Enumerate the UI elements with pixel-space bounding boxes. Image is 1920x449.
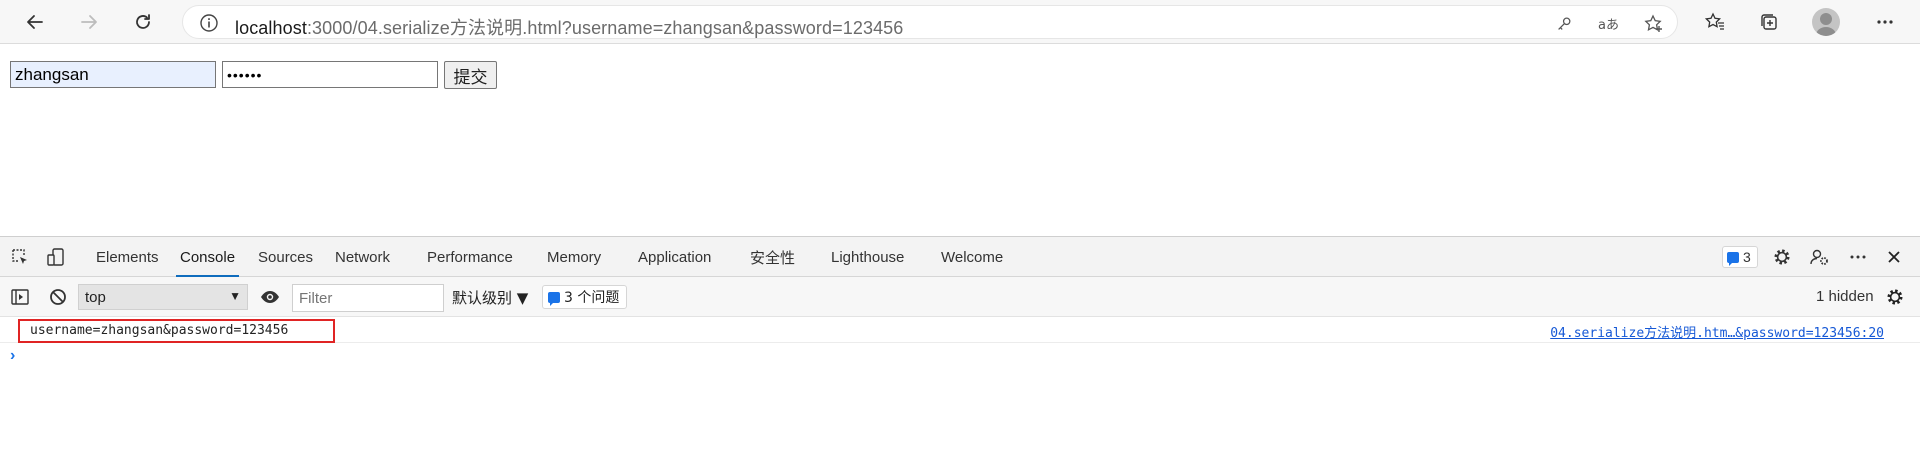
console-filter-input[interactable] — [292, 284, 444, 312]
issues-badge[interactable]: 3 — [1722, 246, 1758, 268]
url-text[interactable]: localhost:3000/04.serialize方法说明.html?use… — [235, 14, 903, 40]
devtools-more-icon[interactable] — [1848, 247, 1868, 267]
inspect-element-icon[interactable] — [10, 247, 30, 267]
console-log-message: username=zhangsan&password=123456 — [18, 319, 335, 343]
log-level-dropdown[interactable]: 默认级别 ▼ — [452, 287, 528, 308]
add-favorite-icon[interactable] — [1643, 13, 1665, 35]
address-bar[interactable]: localhost:3000/04.serialize方法说明.html?use… — [182, 5, 1678, 39]
tab-sources[interactable]: Sources — [258, 237, 313, 277]
live-expression-eye-icon[interactable] — [260, 287, 280, 307]
profile-avatar[interactable] — [1812, 8, 1840, 36]
devtools-panel: Elements Console Sources Network Perform… — [0, 236, 1920, 449]
customize-user-icon[interactable] — [1810, 247, 1830, 267]
hidden-messages-count: 1 hidden — [1816, 288, 1874, 305]
url-host: localhost — [235, 18, 307, 38]
svg-text:aあ: aあ — [1598, 18, 1619, 33]
context-select-value: top — [85, 289, 106, 306]
console-settings-gear-icon[interactable] — [1885, 287, 1905, 307]
settings-gear-icon[interactable] — [1772, 247, 1792, 267]
tab-network[interactable]: Network — [335, 237, 390, 277]
console-toolbar: top ▼ 默认级别 ▼ 3 个问题 1 hidden — [0, 277, 1920, 317]
tab-performance[interactable]: Performance — [427, 237, 513, 277]
issues-flag-icon — [548, 291, 560, 306]
console-prompt-chevron-icon[interactable]: › — [10, 347, 15, 365]
tab-welcome[interactable]: Welcome — [941, 237, 1003, 277]
tab-application[interactable]: Application — [638, 237, 711, 277]
more-options-icon[interactable] — [1870, 7, 1900, 37]
issues-flag-icon — [1727, 251, 1739, 266]
devtools-tabbar: Elements Console Sources Network Perform… — [0, 237, 1920, 277]
forward-arrow-icon[interactable] — [74, 7, 104, 37]
username-input[interactable] — [10, 61, 216, 88]
context-select[interactable]: top ▼ — [78, 284, 248, 310]
favorites-icon[interactable] — [1700, 7, 1730, 37]
refresh-icon[interactable] — [128, 7, 158, 37]
sidebar-toggle-icon[interactable] — [10, 287, 30, 307]
console-log-row: username=zhangsan&password=123456 04.ser… — [0, 317, 1920, 343]
tab-memory[interactable]: Memory — [547, 237, 601, 277]
info-icon[interactable] — [199, 13, 219, 33]
read-aloud-icon[interactable]: aあ — [1597, 13, 1619, 35]
browser-toolbar: localhost:3000/04.serialize方法说明.html?use… — [0, 0, 1920, 44]
back-arrow-icon[interactable] — [20, 7, 50, 37]
device-toolbar-icon[interactable] — [46, 247, 66, 267]
password-input[interactable] — [222, 61, 438, 88]
issues-button-label: 3 个问题 — [564, 290, 620, 306]
collections-icon[interactable] — [1754, 7, 1784, 37]
url-path: :3000/04.serialize方法说明.html?username=zha… — [306, 18, 904, 38]
issues-badge-count: 3 — [1743, 249, 1751, 265]
chevron-down-icon: ▼ — [229, 289, 241, 303]
clear-console-icon[interactable] — [48, 287, 68, 307]
tab-console[interactable]: Console — [175, 237, 240, 277]
key-icon[interactable] — [1553, 13, 1575, 35]
tab-elements[interactable]: Elements — [96, 237, 159, 277]
tab-lighthouse[interactable]: Lighthouse — [831, 237, 904, 277]
tab-security[interactable]: 安全性 — [750, 237, 795, 277]
close-devtools-icon[interactable] — [1884, 247, 1904, 267]
issues-button[interactable]: 3 个问题 — [542, 285, 628, 309]
submit-button[interactable]: 提交 — [444, 61, 497, 89]
console-log-source-link[interactable]: 04.serialize方法说明.htm…&password=123456:20 — [1550, 322, 1884, 341]
